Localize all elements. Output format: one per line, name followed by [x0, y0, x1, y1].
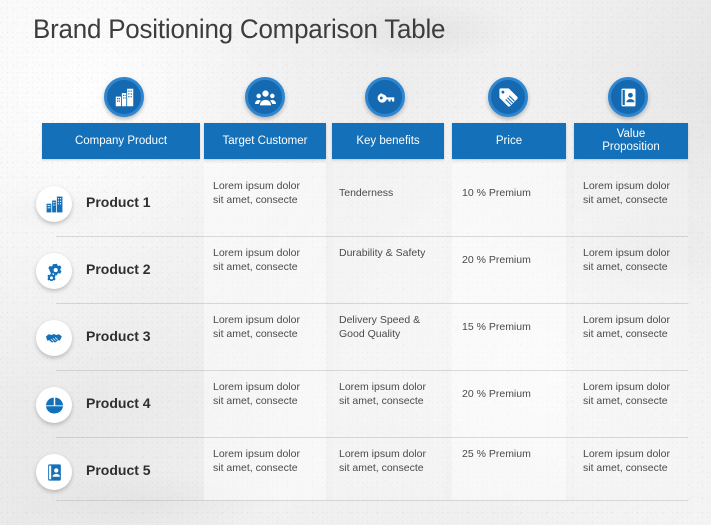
row-product-name: Product 4 — [86, 395, 151, 411]
table-bottom-divider — [56, 500, 688, 501]
cell-value-proposition: Lorem ipsum dolor sit amet, consecte — [583, 381, 670, 407]
cell-price: 15 % Premium — [462, 321, 531, 333]
cell-target-customer: Lorem ipsum dolor sit amet, consecte — [213, 381, 300, 407]
building-icon — [104, 77, 144, 117]
pie-chart-icon — [36, 387, 72, 423]
slide-canvas: Brand Positioning Comparison Table Compa… — [0, 0, 711, 525]
column-header-target-customer[interactable]: Target Customer — [204, 123, 326, 159]
table-row[interactable]: Product 3 Lorem ipsum dolor sit amet, co… — [28, 304, 688, 371]
cell-key-benefits: Lorem ipsum dolor sit amet, consecte — [339, 448, 426, 474]
cell-target-customer: Lorem ipsum dolor sit amet, consecte — [213, 314, 300, 340]
column-header-label: Company Product — [74, 134, 168, 147]
column-header-value-proposition[interactable]: Value Proposition — [574, 123, 688, 159]
gears-icon — [36, 253, 72, 289]
row-product-name: Product 5 — [86, 462, 151, 478]
cell-price: 20 % Premium — [462, 254, 531, 266]
column-header-label: Price — [495, 134, 523, 147]
building-icon — [36, 186, 72, 222]
cell-price: 10 % Premium — [462, 187, 531, 199]
column-header-price[interactable]: Price — [452, 123, 566, 159]
cell-value-proposition: Lorem ipsum dolor sit amet, consecte — [583, 247, 670, 273]
column-header-key-benefits[interactable]: Key benefits — [332, 123, 444, 159]
table-row[interactable]: Product 1 Lorem ipsum dolor sit amet, co… — [28, 170, 688, 237]
cell-value-proposition: Lorem ipsum dolor sit amet, consecte — [583, 180, 670, 206]
contact-card-icon — [36, 454, 72, 490]
contact-card-icon — [608, 77, 648, 117]
cell-target-customer: Lorem ipsum dolor sit amet, consecte — [213, 180, 300, 206]
cell-target-customer: Lorem ipsum dolor sit amet, consecte — [213, 247, 300, 273]
column-header-label: Target Customer — [222, 134, 308, 147]
cell-key-benefits: Lorem ipsum dolor sit amet, consecte — [339, 381, 426, 407]
cell-price: 20 % Premium — [462, 388, 531, 400]
column-header-label: Value Proposition — [602, 128, 660, 154]
table-row[interactable]: Product 5 Lorem ipsum dolor sit amet, co… — [28, 438, 688, 505]
handshake-icon — [36, 320, 72, 356]
cell-value-proposition: Lorem ipsum dolor sit amet, consecte — [583, 314, 670, 340]
table-row[interactable]: Product 4 Lorem ipsum dolor sit amet, co… — [28, 371, 688, 438]
page-title: Brand Positioning Comparison Table — [33, 14, 446, 44]
row-product-name: Product 2 — [86, 261, 151, 277]
column-header-label: Key benefits — [356, 134, 420, 147]
row-product-name: Product 3 — [86, 328, 151, 344]
key-icon — [365, 77, 405, 117]
row-product-name: Product 1 — [86, 194, 151, 210]
cell-key-benefits: Durability & Safety — [339, 247, 426, 259]
cell-key-benefits: Tenderness — [339, 187, 394, 199]
cell-key-benefits: Delivery Speed & Good Quality — [339, 314, 421, 340]
column-header-label-line2: Proposition — [602, 141, 660, 153]
people-group-icon — [245, 77, 285, 117]
table-row[interactable]: Product 2 Lorem ipsum dolor sit amet, co… — [28, 237, 688, 304]
column-header-label-line1: Value — [616, 128, 646, 140]
cell-price: 25 % Premium — [462, 448, 531, 460]
cell-value-proposition: Lorem ipsum dolor sit amet, consecte — [583, 448, 670, 474]
cell-target-customer: Lorem ipsum dolor sit amet, consecte — [213, 448, 300, 474]
column-header-company-product[interactable]: Company Product — [42, 123, 200, 159]
price-tag-icon — [488, 77, 528, 117]
